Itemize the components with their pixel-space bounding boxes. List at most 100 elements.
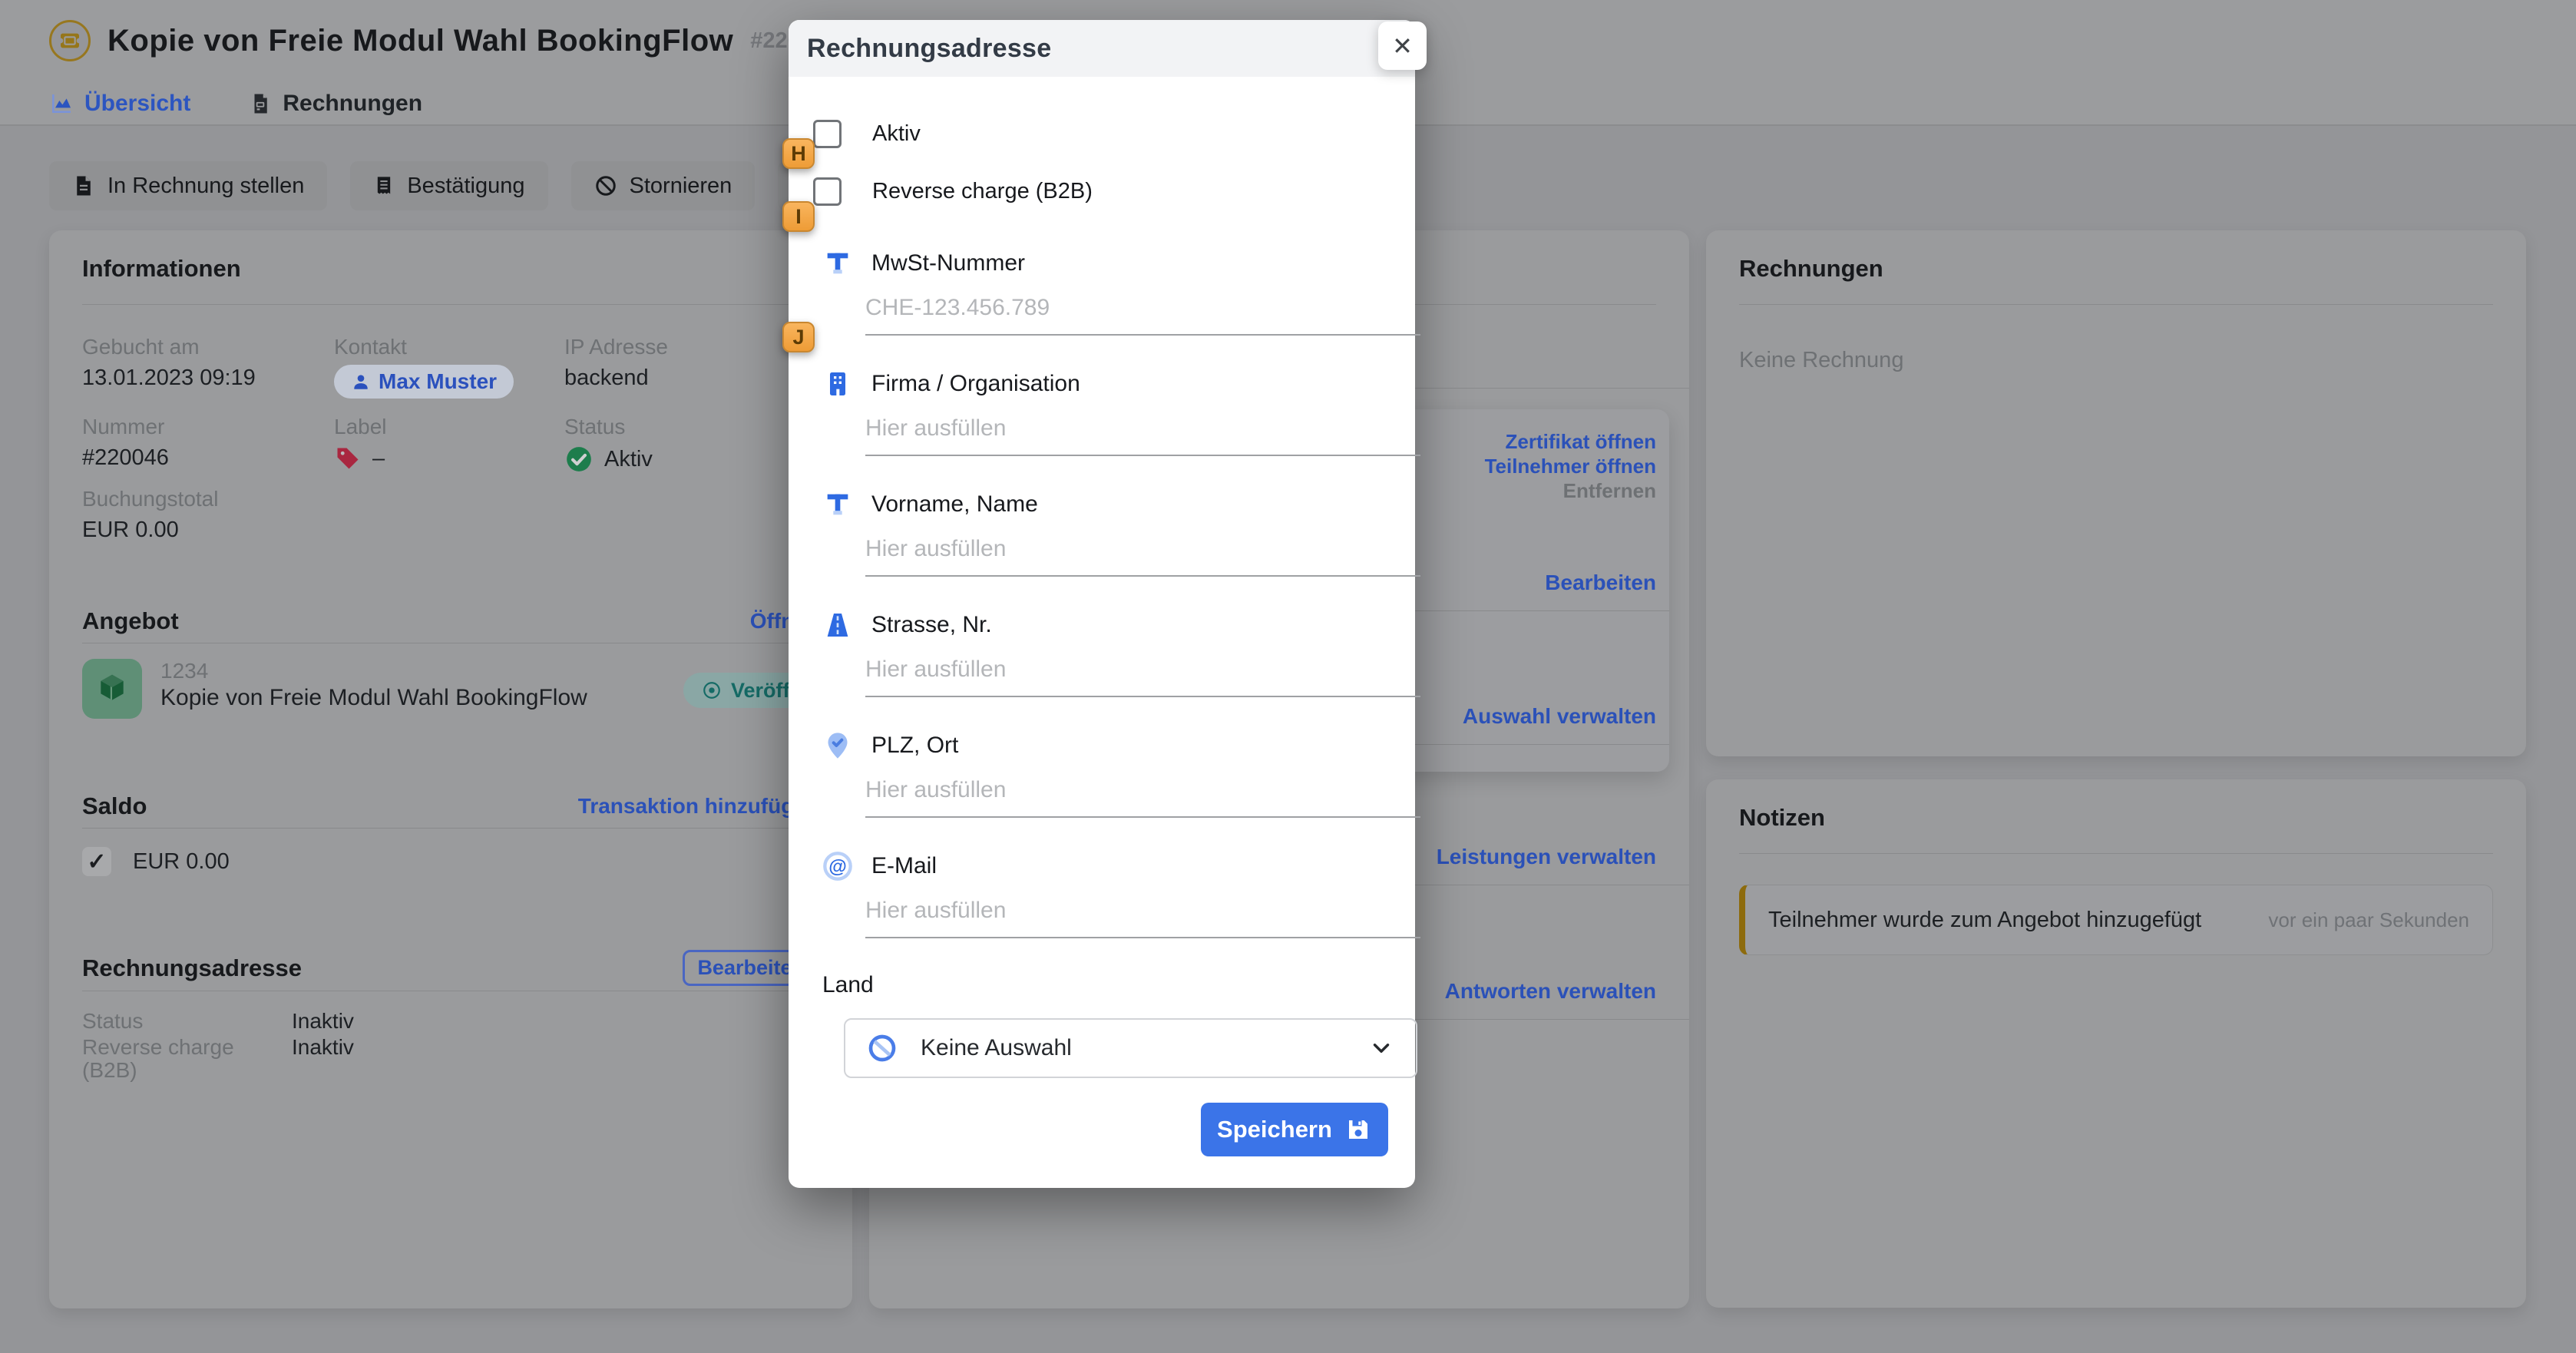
hint-badge-h[interactable]: H [782, 138, 815, 169]
total-value: EUR 0.00 [82, 517, 819, 543]
city-input[interactable] [865, 777, 1420, 818]
right-column: Rechnungen Keine Rechnung Notizen Teilne… [1706, 230, 2526, 1308]
no-selection-icon [867, 1033, 898, 1064]
country-label: Land [822, 972, 1381, 998]
invoice-icon [249, 91, 272, 116]
angebot-section-title: Angebot [82, 604, 179, 638]
save-button[interactable]: Speichern [1201, 1103, 1388, 1156]
divider [1739, 304, 2493, 305]
angebot-name: Kopie von Freie Modul Wahl BookingFlow [160, 683, 587, 713]
billing-status-label: Status [82, 1010, 292, 1033]
billing-reverse-label: Reverse charge (B2B) [82, 1036, 292, 1082]
open-participant-link[interactable]: Teilnehmer öffnen [1485, 454, 1656, 478]
open-certificate-link[interactable]: Zertifikat öffnen [1506, 429, 1656, 454]
number-label: Nummer [82, 415, 334, 438]
billing-address-modal: Rechnungsadresse ✕ Aktiv Reverse charge … [789, 20, 1415, 1188]
area-chart-icon [49, 91, 74, 116]
vat-number-input[interactable] [865, 295, 1420, 336]
tag-icon [334, 445, 362, 472]
billing-section-title: Rechnungsadresse [82, 951, 302, 985]
total-label: Buchungstotal [82, 488, 819, 511]
page-title: Kopie von Freie Modul Wahl BookingFlow [107, 24, 733, 58]
close-icon[interactable]: ✕ [1378, 22, 1427, 70]
receipt-icon [373, 174, 395, 197]
angebot-number: 1234 [160, 659, 587, 683]
reverse-charge-checkbox[interactable] [813, 177, 842, 206]
modal-header: Rechnungsadresse [789, 20, 1415, 77]
country-value: Keine Auswahl [921, 1035, 1345, 1061]
booked-at-label: Gebucht am [82, 336, 334, 359]
tab-bar: Übersicht Rechnungen [49, 91, 422, 117]
manage-answers-link[interactable]: Antworten verwalten [1445, 979, 1656, 1004]
cancel-booking-button[interactable]: Stornieren [571, 161, 756, 210]
notes-card: Notizen Teilnehmer wurde zum Angebot hin… [1706, 779, 2526, 1308]
name-label: Vorname, Name [871, 491, 1038, 518]
label-value: – [372, 445, 385, 471]
divider [82, 304, 819, 305]
note-item: Teilnehmer wurde zum Angebot hinzugefügt… [1739, 885, 2493, 955]
contact-label: Kontakt [334, 336, 564, 359]
tab-uebersicht[interactable]: Übersicht [49, 91, 190, 117]
tab-rechnungen[interactable]: Rechnungen [249, 91, 422, 117]
angebot-item[interactable]: 1234 Kopie von Freie Modul Wahl BookingF… [82, 659, 819, 719]
add-transaction-link[interactable]: Transaktion hinzufügen [578, 794, 819, 819]
divider [1739, 853, 2493, 854]
eye-icon [702, 680, 722, 700]
hint-badge-i[interactable]: I [782, 201, 815, 232]
save-icon [1344, 1116, 1372, 1143]
contact-chip[interactable]: Max Muster [334, 365, 514, 399]
invoices-card: Rechnungen Keine Rechnung [1706, 230, 2526, 756]
ip-label: IP Adresse [564, 336, 819, 359]
active-checkbox[interactable] [813, 120, 842, 148]
booking-details-card: Informationen Gebucht am 13.01.2023 09:1… [49, 230, 852, 1308]
email-label: E-Mail [871, 853, 937, 879]
number-value: #220046 [82, 445, 334, 471]
edit-participant-link[interactable]: Bearbeiten [1545, 571, 1656, 595]
at-circle-icon: @ [822, 851, 853, 882]
invoices-empty-text: Keine Rechnung [1739, 348, 2493, 373]
city-label: PLZ, Ort [871, 733, 958, 759]
text-format-icon [822, 248, 853, 279]
block-icon [594, 174, 617, 197]
name-input[interactable] [865, 536, 1420, 577]
saldo-amount: EUR 0.00 [133, 849, 230, 875]
manage-services-link[interactable]: Leistungen verwalten [1437, 845, 1656, 869]
check-circle-icon [564, 445, 594, 474]
street-input[interactable] [865, 657, 1420, 697]
country-select[interactable]: Keine Auswahl [844, 1018, 1417, 1078]
company-input[interactable] [865, 415, 1420, 456]
hint-badge-j[interactable]: J [782, 322, 815, 352]
vat-number-label: MwSt-Nummer [871, 250, 1025, 276]
label-label: Label [334, 415, 564, 438]
saldo-section-title: Saldo [82, 789, 147, 823]
booked-at-value: 13.01.2023 09:19 [82, 365, 334, 391]
screen: Kopie von Freie Modul Wahl BookingFlow #… [0, 0, 2576, 1353]
person-icon [351, 372, 371, 392]
active-checkbox-label: Aktiv [872, 121, 921, 147]
invoice-button[interactable]: In Rechnung stellen [49, 161, 327, 210]
info-section-title: Informationen [82, 230, 819, 286]
confirmation-button[interactable]: Bestätigung [350, 161, 547, 210]
billing-status-value: Inaktiv [292, 1010, 354, 1033]
status-label: Status [564, 415, 819, 438]
note-text: Teilnehmer wurde zum Angebot hinzugefügt [1768, 908, 2201, 933]
document-icon [72, 174, 95, 197]
ip-value: backend [564, 365, 819, 391]
remove-participant-link[interactable]: Entfernen [1563, 478, 1656, 503]
divider [82, 828, 819, 829]
map-pin-check-icon [822, 730, 853, 761]
street-label: Strasse, Nr. [871, 612, 992, 638]
modal-body: Aktiv Reverse charge (B2B) MwSt-Nummer F… [789, 120, 1415, 1156]
text-format-icon [822, 489, 853, 520]
billing-reverse-value: Inaktiv [292, 1036, 354, 1082]
company-label: Firma / Organisation [871, 371, 1080, 397]
reverse-charge-label: Reverse charge (B2B) [872, 179, 1093, 204]
building-icon [822, 369, 853, 399]
email-input[interactable] [865, 898, 1420, 938]
manage-selection-link[interactable]: Auswahl verwalten [1463, 704, 1656, 729]
svg-text:@: @ [828, 856, 847, 877]
booking-ticket-icon [49, 20, 91, 61]
modal-title: Rechnungsadresse [807, 34, 1051, 64]
saldo-checkbox[interactable]: ✓ [82, 847, 111, 876]
invoices-title: Rechnungen [1739, 230, 2493, 286]
